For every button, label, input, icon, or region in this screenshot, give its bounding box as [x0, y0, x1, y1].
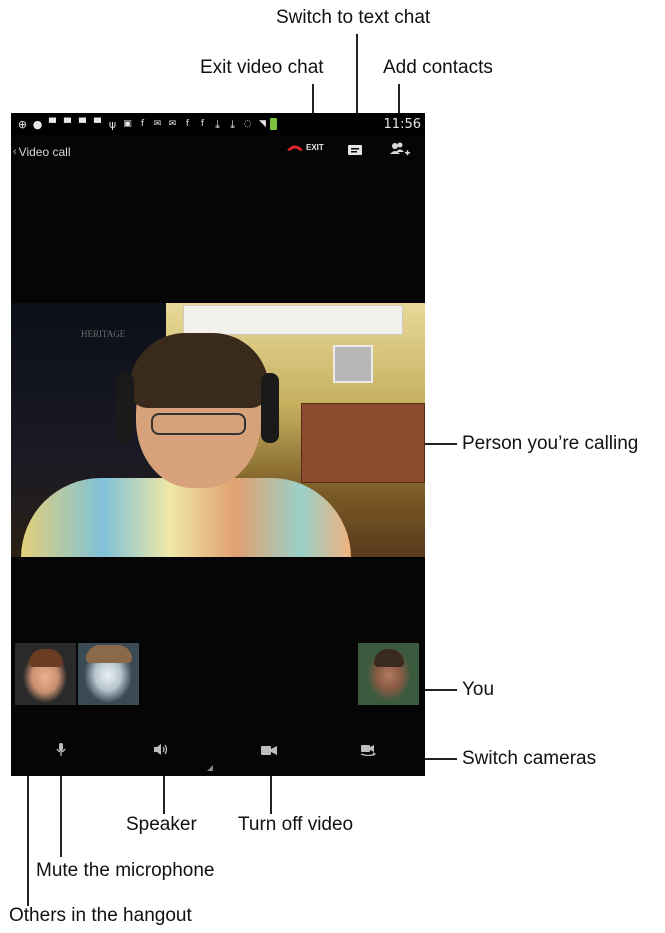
headset-right — [261, 373, 279, 443]
callout-add-contacts: Add contacts — [383, 57, 493, 78]
caller-shirt — [21, 478, 351, 557]
talk-icon: ▀ — [49, 118, 56, 129]
callout-you: You — [462, 679, 495, 700]
exit-button[interactable]: EXIT — [286, 143, 324, 152]
shelf — [183, 305, 403, 335]
text-chat-button[interactable] — [348, 144, 362, 162]
speaker-icon — [154, 744, 168, 755]
back-chevron-icon[interactable]: ‹ — [13, 146, 17, 158]
callout-speaker: Speaker — [126, 814, 197, 835]
battery-icon — [270, 118, 277, 130]
mic-icon — [56, 743, 66, 756]
mute-microphone-button[interactable] — [56, 743, 66, 762]
download-icon: ⤓ — [215, 117, 220, 131]
chat-bubble-icon: ● — [32, 117, 43, 131]
add-person-icon — [390, 142, 410, 156]
facebook-icon: f — [200, 118, 205, 129]
leader-line-turn-off-video — [270, 776, 272, 814]
self-view-thumbnail[interactable] — [358, 643, 419, 705]
talk-icon: ▀ — [79, 118, 86, 129]
facebook-icon: f — [185, 118, 190, 129]
switch-camera-icon — [360, 745, 376, 757]
download-icon: ⤓ — [230, 117, 235, 131]
exit-label: EXIT — [306, 143, 324, 152]
wifi-icon: ◥ — [259, 118, 266, 129]
usb-icon: ψ — [108, 117, 117, 131]
chat-icon — [348, 145, 362, 155]
status-bar: ⊕ ● ▀ ▀ ▀ ▀ ψ ▣ f ✉ ✉ f f ⤓ ⤓ ◌ ◥ 11:56 — [11, 113, 425, 135]
leader-line-switch-cameras — [425, 758, 457, 760]
callout-person-youre-calling: Person you’re calling — [462, 433, 639, 454]
phone-screen: ⊕ ● ▀ ▀ ▀ ▀ ψ ▣ f ✉ ✉ f f ⤓ ⤓ ◌ ◥ 11:56 … — [11, 113, 425, 776]
leader-line-person — [425, 443, 457, 445]
caller-glasses — [151, 413, 246, 435]
speaker-button[interactable] — [154, 743, 168, 761]
callout-exit-video-chat: Exit video chat — [200, 57, 324, 78]
gallery-icon: ▣ — [123, 118, 132, 129]
status-clock: 11:56 — [383, 116, 421, 132]
facebook-icon: f — [140, 118, 145, 129]
participant-thumbnail-2[interactable] — [78, 643, 139, 705]
add-icon: ⊕ — [17, 117, 28, 131]
gmail-icon: ✉ — [168, 118, 177, 129]
hang-up-icon — [287, 145, 303, 151]
headset-left — [116, 373, 134, 443]
callout-others-in-the-hangout: Others in the hangout — [9, 905, 192, 926]
cabinet — [301, 403, 425, 483]
overflow-corner-icon — [207, 765, 213, 771]
callout-switch-cameras: Switch cameras — [462, 748, 597, 769]
callout-turn-off-video: Turn off video — [238, 814, 354, 835]
leader-line-text-chat — [356, 34, 358, 114]
participant-thumbnail-1[interactable] — [15, 643, 76, 705]
talk-icon: ▀ — [64, 118, 71, 129]
leader-line-exit — [312, 84, 314, 113]
call-control-bar — [11, 729, 425, 776]
video-camera-icon — [261, 746, 277, 755]
main-video-feed: HERITAGE — [11, 303, 425, 557]
add-contacts-button[interactable] — [390, 142, 410, 162]
back-label[interactable]: Video call — [19, 145, 71, 159]
turn-off-video-button[interactable] — [261, 743, 277, 761]
callout-switch-to-text-chat: Switch to text chat — [276, 7, 431, 28]
switch-cameras-button[interactable] — [359, 743, 377, 761]
action-bar: ‹ Video call EXIT — [11, 135, 425, 169]
background-sign: HERITAGE — [81, 329, 126, 339]
leader-line-speaker — [163, 776, 165, 814]
callout-mute-the-microphone: Mute the microphone — [36, 860, 215, 881]
monitor — [333, 345, 373, 383]
leader-line-add-contacts — [398, 84, 400, 113]
talk-icon: ▀ — [94, 118, 101, 129]
gmail-icon: ✉ — [153, 118, 162, 129]
leader-line-others — [27, 776, 29, 906]
nfc-icon: ◌ — [243, 118, 252, 129]
leader-line-you — [420, 689, 457, 691]
